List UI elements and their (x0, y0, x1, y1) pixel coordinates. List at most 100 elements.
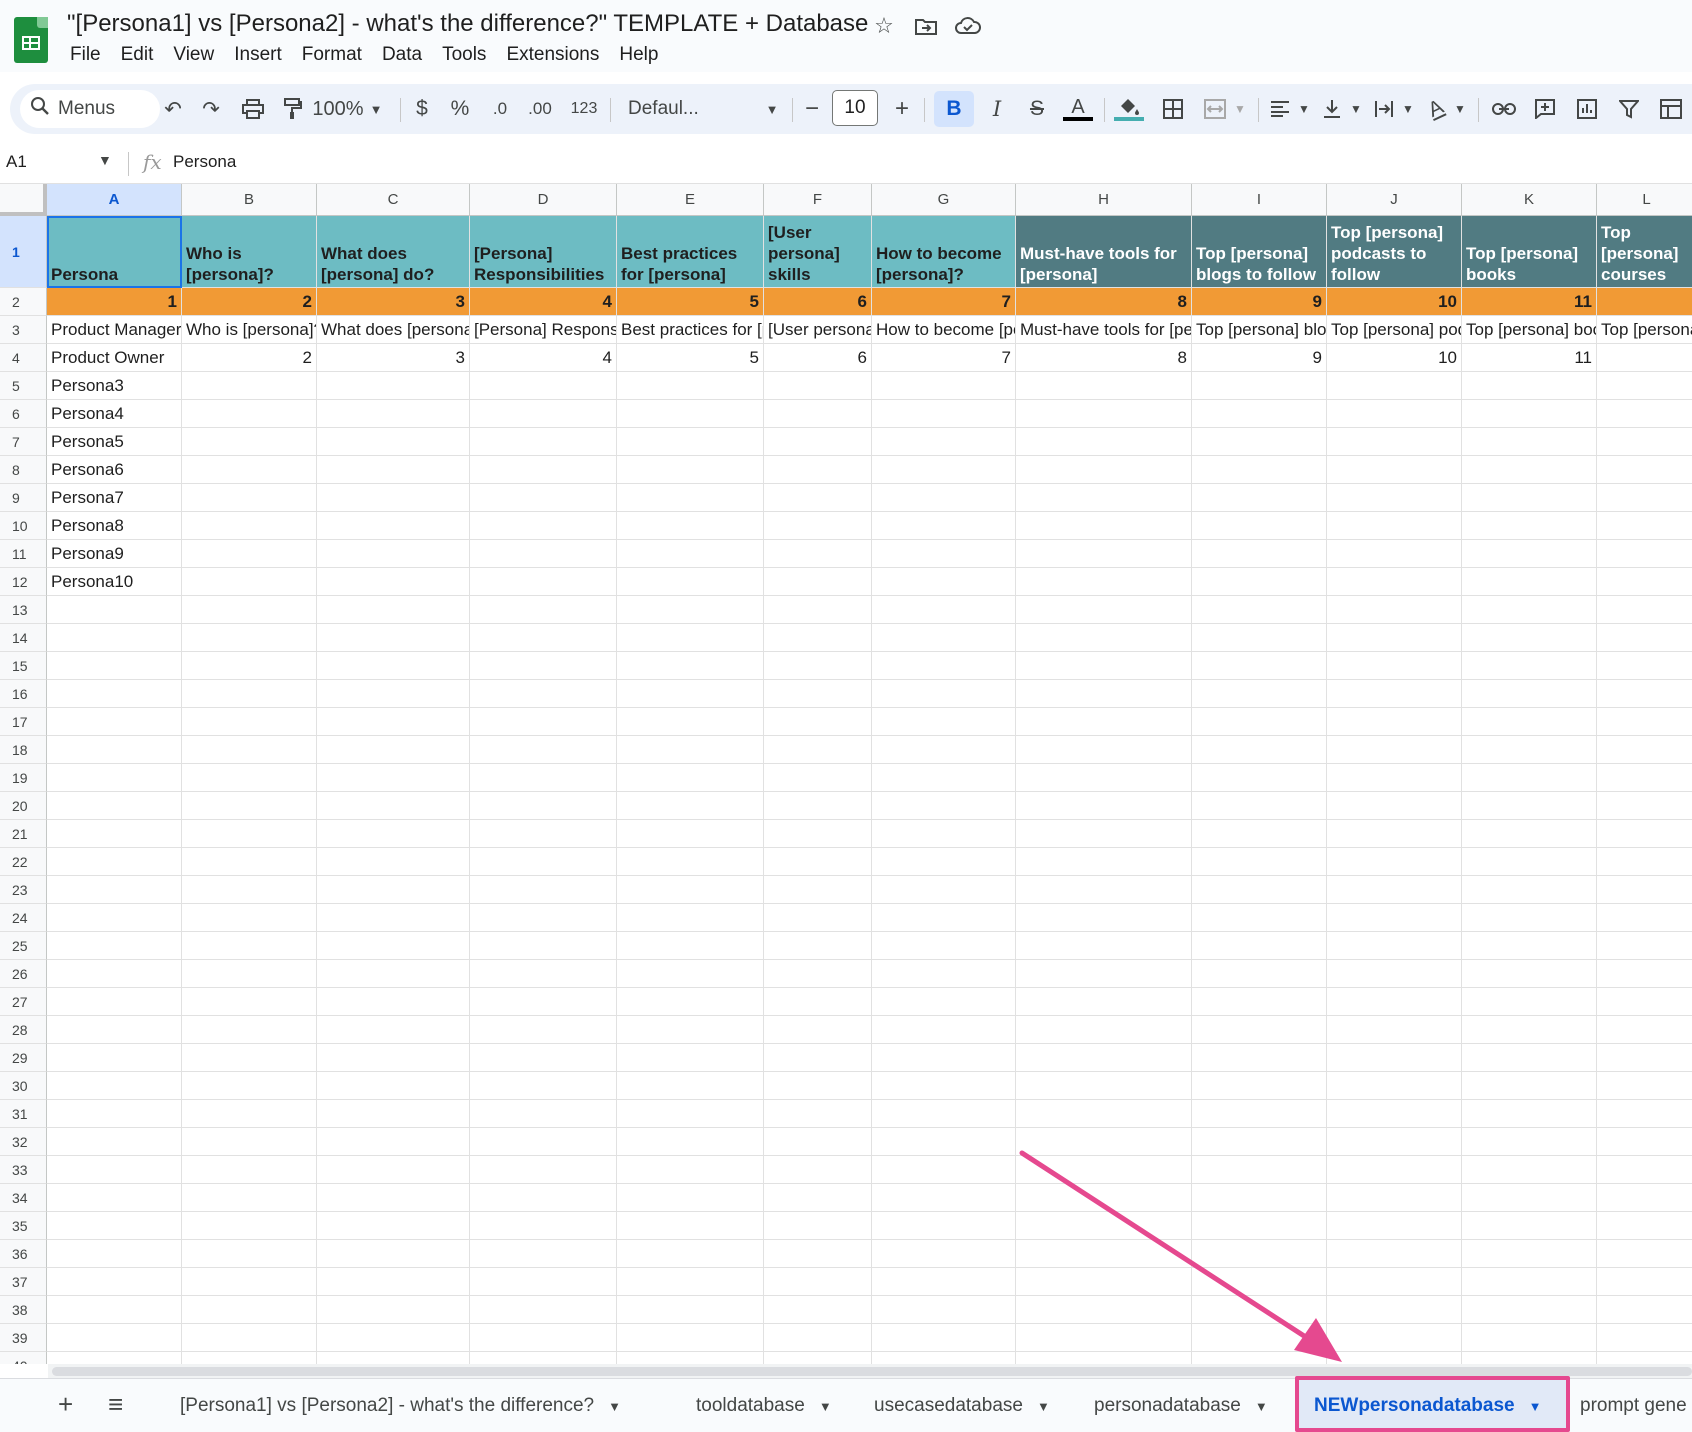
cell-g40[interactable] (872, 1352, 1016, 1364)
cell-a17[interactable] (47, 708, 182, 736)
row-header-40[interactable]: 40 (0, 1352, 47, 1364)
cell-b1[interactable]: Who is [persona]? (182, 216, 317, 288)
cell-b26[interactable] (182, 960, 317, 988)
cell-i5[interactable] (1192, 372, 1327, 400)
cell-f5[interactable] (764, 372, 872, 400)
menus-search[interactable]: Menus (20, 90, 160, 128)
cell-l24[interactable] (1597, 904, 1692, 932)
cell-b8[interactable] (182, 456, 317, 484)
cell-a22[interactable] (47, 848, 182, 876)
cell-h40[interactable] (1016, 1352, 1192, 1364)
cell-k27[interactable] (1462, 988, 1597, 1016)
cell-g3[interactable]: How to become [persona]? (872, 316, 1016, 344)
rotation-dropdown-icon[interactable]: ▼ (1452, 94, 1468, 124)
row-header-13[interactable]: 13 (0, 596, 47, 624)
cell-f15[interactable] (764, 652, 872, 680)
row-header-1[interactable]: 1 (0, 216, 47, 288)
cell-b37[interactable] (182, 1268, 317, 1296)
cell-c4[interactable]: 3 (317, 344, 470, 372)
cell-l3[interactable]: Top [persona] courses (1597, 316, 1692, 344)
cell-j36[interactable] (1327, 1240, 1462, 1268)
column-header-b[interactable]: B (182, 184, 317, 216)
cell-j17[interactable] (1327, 708, 1462, 736)
cell-k39[interactable] (1462, 1324, 1597, 1352)
cell-j5[interactable] (1327, 372, 1462, 400)
cell-l35[interactable] (1597, 1212, 1692, 1240)
insert-chart-icon[interactable] (1572, 94, 1602, 124)
cell-l40[interactable] (1597, 1352, 1692, 1364)
cell-d26[interactable] (470, 960, 617, 988)
cell-e26[interactable] (617, 960, 764, 988)
cell-a14[interactable] (47, 624, 182, 652)
cell-b7[interactable] (182, 428, 317, 456)
cell-l21[interactable] (1597, 820, 1692, 848)
cell-b39[interactable] (182, 1324, 317, 1352)
cell-f7[interactable] (764, 428, 872, 456)
cell-f2[interactable]: 6 (764, 288, 872, 316)
cell-h39[interactable] (1016, 1324, 1192, 1352)
font-size-input[interactable]: 10 (832, 90, 878, 126)
cell-i28[interactable] (1192, 1016, 1327, 1044)
cell-l32[interactable] (1597, 1128, 1692, 1156)
cell-i13[interactable] (1192, 596, 1327, 624)
menu-help[interactable]: Help (609, 44, 668, 66)
row-header-24[interactable]: 24 (0, 904, 47, 932)
row-header-3[interactable]: 3 (0, 316, 47, 344)
cell-h12[interactable] (1016, 568, 1192, 596)
cell-g10[interactable] (872, 512, 1016, 540)
cell-d1[interactable]: [Persona] Responsibilities (470, 216, 617, 288)
cell-c38[interactable] (317, 1296, 470, 1324)
column-header-i[interactable]: I (1192, 184, 1327, 216)
cell-e31[interactable] (617, 1100, 764, 1128)
cell-g38[interactable] (872, 1296, 1016, 1324)
cell-e39[interactable] (617, 1324, 764, 1352)
text-wrapping-icon[interactable] (1370, 94, 1398, 124)
cell-i22[interactable] (1192, 848, 1327, 876)
cell-c11[interactable] (317, 540, 470, 568)
cell-f37[interactable] (764, 1268, 872, 1296)
cell-d12[interactable] (470, 568, 617, 596)
cell-e9[interactable] (617, 484, 764, 512)
row-header-36[interactable]: 36 (0, 1240, 47, 1268)
cell-k29[interactable] (1462, 1044, 1597, 1072)
cell-h28[interactable] (1016, 1016, 1192, 1044)
merge-cells-icon[interactable] (1200, 94, 1230, 124)
cell-k11[interactable] (1462, 540, 1597, 568)
cell-b22[interactable] (182, 848, 317, 876)
cell-j40[interactable] (1327, 1352, 1462, 1364)
row-header-35[interactable]: 35 (0, 1212, 47, 1240)
cell-c1[interactable]: What does [persona] do? (317, 216, 470, 288)
cell-a10[interactable]: Persona8 (47, 512, 182, 540)
cell-h33[interactable] (1016, 1156, 1192, 1184)
cell-h22[interactable] (1016, 848, 1192, 876)
cell-e30[interactable] (617, 1072, 764, 1100)
cell-d39[interactable] (470, 1324, 617, 1352)
cell-k23[interactable] (1462, 876, 1597, 904)
row-header-4[interactable]: 4 (0, 344, 47, 372)
cell-a5[interactable]: Persona3 (47, 372, 182, 400)
cell-d40[interactable] (470, 1352, 617, 1364)
percent-format-button[interactable]: % (446, 94, 474, 124)
cell-k31[interactable] (1462, 1100, 1597, 1128)
cell-g13[interactable] (872, 596, 1016, 624)
cell-l11[interactable] (1597, 540, 1692, 568)
cell-c13[interactable] (317, 596, 470, 624)
cell-k13[interactable] (1462, 596, 1597, 624)
cell-j11[interactable] (1327, 540, 1462, 568)
print-icon[interactable] (238, 94, 268, 124)
cell-h11[interactable] (1016, 540, 1192, 568)
cell-j9[interactable] (1327, 484, 1462, 512)
tab-dropdown-icon[interactable]: ▼ (1037, 1399, 1050, 1414)
row-header-32[interactable]: 32 (0, 1128, 47, 1156)
tab-usecasedatabase[interactable]: usecasedatabase ▼ (862, 1379, 1062, 1432)
cell-k16[interactable] (1462, 680, 1597, 708)
tab-dropdown-icon[interactable]: ▼ (1255, 1399, 1268, 1414)
row-header-38[interactable]: 38 (0, 1296, 47, 1324)
cell-a11[interactable]: Persona9 (47, 540, 182, 568)
cell-e23[interactable] (617, 876, 764, 904)
cell-g8[interactable] (872, 456, 1016, 484)
cell-h21[interactable] (1016, 820, 1192, 848)
tab-prompt-generator[interactable]: prompt gene (1570, 1379, 1692, 1432)
cell-j13[interactable] (1327, 596, 1462, 624)
cell-k12[interactable] (1462, 568, 1597, 596)
